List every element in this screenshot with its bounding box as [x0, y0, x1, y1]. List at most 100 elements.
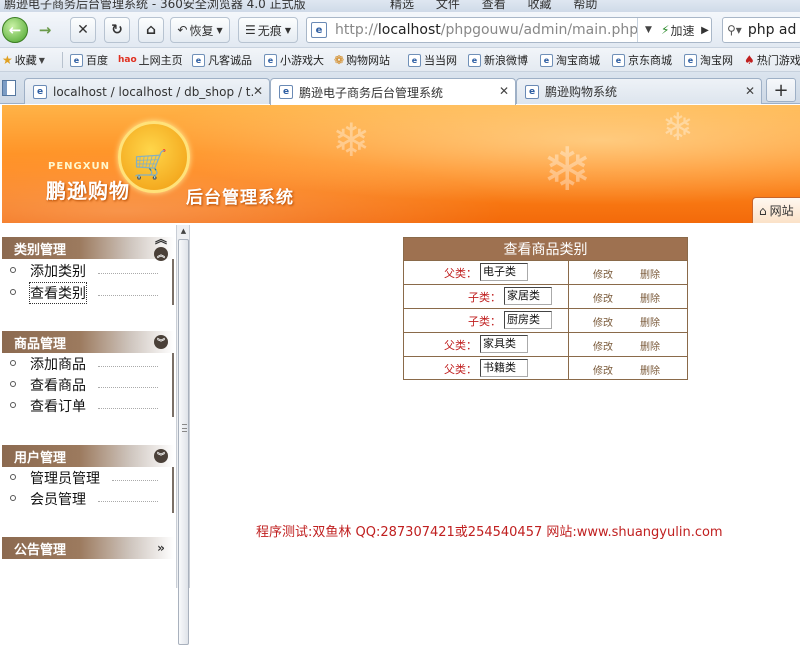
category-name-cell: 父类： 书籍类: [404, 357, 569, 380]
menu-section-category[interactable]: 类别管理 ︽ ︽: [2, 232, 174, 261]
menu-section-product[interactable]: 商品管理 ︾: [2, 331, 174, 353]
category-name-field[interactable]: 电子类: [480, 263, 528, 281]
menu-item[interactable]: 收藏: [528, 0, 552, 11]
chevron-up-icon[interactable]: ▲: [178, 227, 189, 237]
favorite-link[interactable]: ❁ 购物网站: [334, 52, 390, 68]
favorite-link[interactable]: hao 上网主页: [118, 52, 183, 68]
hao-icon: hao: [118, 55, 137, 65]
menu-item-label: 会员管理: [30, 492, 86, 508]
forward-button[interactable]: →: [30, 17, 60, 43]
category-name-cell: 父类： 家具类: [404, 333, 569, 356]
window-menus: 精选 文件 查看 收藏 帮助: [390, 0, 597, 12]
restore-button[interactable]: ↶ 恢复 ▼: [170, 17, 230, 43]
menu-section-body: 添加类别 查看类别: [2, 259, 174, 305]
favorite-link[interactable]: e 淘宝商城: [540, 52, 600, 68]
system-title: 后台管理系统: [186, 188, 294, 208]
search-box[interactable]: ⚲▾ php ad: [722, 17, 800, 43]
favorite-link[interactable]: ♠ 热门游戏: [744, 52, 800, 68]
collapse-icon[interactable]: ︾: [154, 335, 168, 349]
page-banner: ❄ ❄ ❄ 🛒 PENGXUN 鹏逊购物 后台管理系统 ⌂ 网站: [2, 105, 800, 223]
incognito-icon: ☰: [245, 23, 256, 37]
window-title: 鹏逊电子商务后台管理系统 - 360安全浏览器 4.0 正式版: [4, 0, 306, 11]
edit-link[interactable]: 修改: [593, 362, 613, 377]
menu-item[interactable]: 文件: [436, 0, 460, 11]
address-bar[interactable]: e http://localhost/phpgouwu/admin/main.p…: [306, 17, 712, 43]
new-tab-button[interactable]: +: [766, 78, 796, 102]
menu-item-view-product[interactable]: 查看商品: [2, 374, 172, 395]
menu-item[interactable]: 查看: [482, 0, 506, 11]
close-icon[interactable]: ✕: [499, 84, 509, 98]
address-dropdown-button[interactable]: ▼: [637, 18, 659, 42]
menu-item[interactable]: 精选: [390, 0, 414, 11]
edit-link[interactable]: 修改: [593, 314, 613, 329]
menu-item-add-product[interactable]: 添加商品: [2, 353, 172, 374]
favorite-link[interactable]: e 当当网: [408, 52, 457, 68]
bullet-icon: [10, 402, 16, 408]
favorite-link[interactable]: e 淘宝网: [684, 52, 733, 68]
edit-link[interactable]: 修改: [593, 290, 613, 305]
category-name-cell: 子类： 家居类: [404, 285, 569, 308]
category-name-field[interactable]: 书籍类: [480, 359, 528, 377]
menu-section-notice[interactable]: 公告管理 »: [2, 537, 174, 559]
divider: [62, 52, 63, 68]
menu-item[interactable]: 帮助: [573, 0, 597, 11]
url-path: /phpgouwu/admin/main.php: [440, 22, 639, 38]
favorite-link[interactable]: e 凡客诚品: [192, 52, 252, 68]
menu-item-admin-manage[interactable]: 管理员管理: [2, 467, 172, 488]
favorites-bar: ★ 收藏 ▼ e 百度 hao 上网主页 e 凡客诚品 e 小游戏大 ❁ 购物网站 e 当当网 …: [0, 48, 800, 72]
menu-item-view-category[interactable]: 查看类别: [2, 282, 172, 304]
incognito-button[interactable]: ☰ 无痕 ▼: [238, 17, 298, 43]
favorite-link[interactable]: e 新浪微博: [468, 52, 528, 68]
category-kind-label: 父类：: [444, 339, 477, 352]
scrollbar-thumb[interactable]: [178, 239, 189, 645]
favorites-menu-button[interactable]: ★ 收藏 ▼: [2, 52, 45, 68]
category-name-field[interactable]: 家具类: [480, 335, 528, 353]
accelerate-button[interactable]: ⚡ 加速: [661, 18, 694, 42]
delete-link[interactable]: 删除: [640, 266, 660, 281]
delete-link[interactable]: 删除: [640, 290, 660, 305]
favorite-link[interactable]: e 京东商城: [612, 52, 672, 68]
gift-icon: ❁: [334, 53, 345, 67]
left-menu-scrollbar[interactable]: ▲: [176, 225, 190, 645]
delete-link[interactable]: 删除: [640, 362, 660, 377]
play-icon: ▶: [701, 24, 709, 36]
category-name-field[interactable]: 厨房类: [504, 311, 552, 329]
site-home-button[interactable]: ⌂ 网站: [752, 197, 800, 223]
tab-shop[interactable]: e 鹏逊购物系统 ✕: [516, 78, 762, 104]
menu-item-add-category[interactable]: 添加类别: [2, 260, 172, 281]
favorite-link[interactable]: e 小游戏大: [264, 52, 324, 68]
menu-item-label: 查看订单: [30, 399, 86, 415]
chevron-up-icon[interactable]: ︽: [154, 231, 168, 246]
tab-admin[interactable]: e 鹏逊电子商务后台管理系统 ✕: [270, 78, 516, 105]
edit-link[interactable]: 修改: [593, 338, 613, 353]
star-icon: ★: [2, 53, 13, 67]
home-button[interactable]: ⌂: [138, 17, 164, 43]
tab-phpmyadmin[interactable]: e localhost / localhost / db_shop / t...…: [24, 78, 270, 104]
delete-link[interactable]: 删除: [640, 314, 660, 329]
delete-link[interactable]: 删除: [640, 338, 660, 353]
menu-item-member-manage[interactable]: 会员管理: [2, 488, 172, 509]
tab-label: 鹏逊电子商务后台管理系统: [299, 85, 444, 100]
search-input[interactable]: php ad: [748, 22, 797, 38]
collapse-icon[interactable]: ︾: [154, 449, 168, 463]
menu-item-view-order[interactable]: 查看订单: [2, 395, 172, 416]
edit-link[interactable]: 修改: [593, 266, 613, 281]
refresh-button[interactable]: ↻: [104, 17, 130, 43]
category-name-field[interactable]: 家居类: [504, 287, 552, 305]
back-button[interactable]: ←: [2, 17, 28, 43]
table-row: 父类： 书籍类 修改 删除: [404, 356, 687, 380]
expand-icon[interactable]: »: [154, 541, 168, 555]
plus-icon: +: [773, 79, 789, 101]
close-icon[interactable]: ✕: [253, 84, 263, 98]
favorite-label: 小游戏大: [280, 54, 324, 67]
menu-section-user[interactable]: 用户管理 ︾: [2, 445, 174, 467]
stop-button[interactable]: ✕: [70, 17, 96, 43]
go-button[interactable]: ▶: [697, 18, 713, 42]
favorite-link[interactable]: e 百度: [70, 52, 108, 68]
favorite-label: 新浪微博: [484, 54, 528, 67]
divider: [98, 387, 158, 388]
accelerate-label: 加速: [670, 23, 695, 38]
sidebar-toggle-button[interactable]: [2, 80, 16, 96]
address-input[interactable]: http://localhost/phpgouwu/admin/main.php: [335, 22, 638, 38]
close-icon[interactable]: ✕: [745, 84, 755, 98]
